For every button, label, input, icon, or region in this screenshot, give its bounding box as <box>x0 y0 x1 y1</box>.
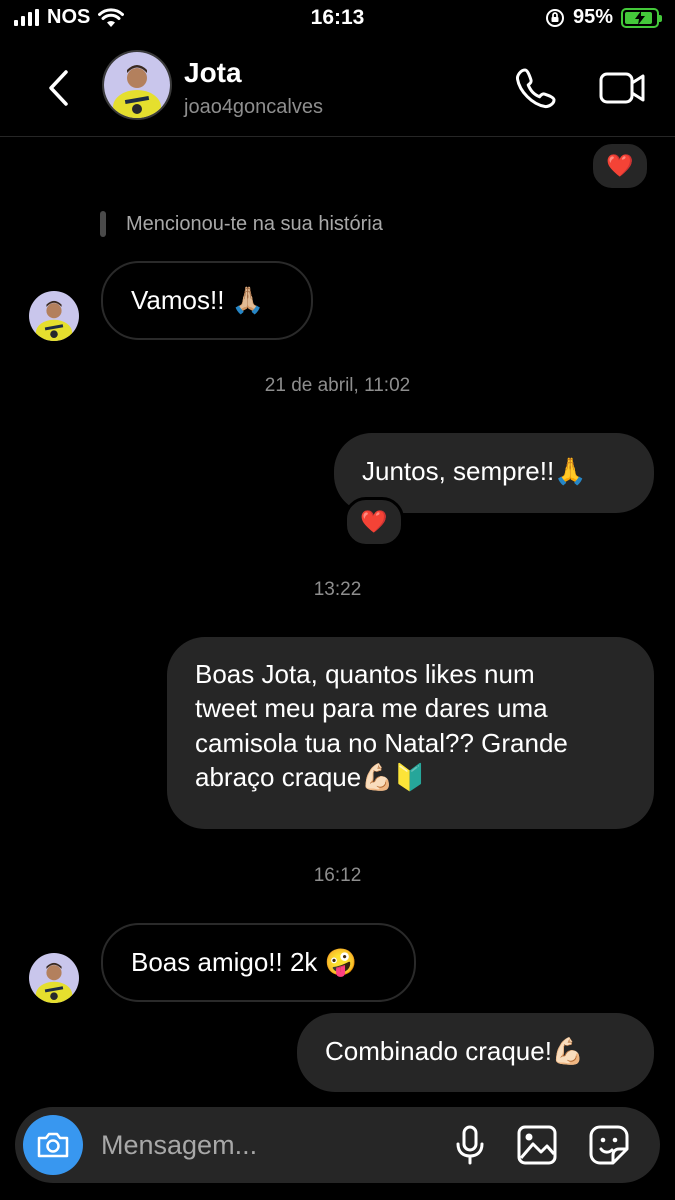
heart-reaction[interactable]: ❤️ <box>344 497 404 547</box>
call-button[interactable] <box>512 64 560 112</box>
heart-reaction[interactable]: ❤️ <box>590 141 650 191</box>
timestamp-21-abril: 21 de abril, 11:02 <box>264 375 411 396</box>
chat-header: Jota joao4goncalves <box>0 40 675 137</box>
sticker-icon <box>589 1125 629 1165</box>
profile-photo <box>104 52 170 118</box>
status-right: 95% <box>545 6 662 29</box>
camera-icon <box>37 1132 69 1158</box>
message-thread[interactable]: ❤️ Mencionou-te na sua história Vamos!! … <box>0 137 675 1107</box>
status-bar: NOS 16:13 95% <box>0 0 675 40</box>
profile-photo <box>29 953 79 1003</box>
contact-name[interactable]: Jota <box>184 57 242 89</box>
battery-charging-icon <box>621 7 662 28</box>
microphone-icon <box>456 1125 484 1165</box>
video-call-button[interactable] <box>598 64 646 112</box>
story-mention-text: Mencionou-te na sua história <box>126 212 383 235</box>
orientation-lock-icon <box>545 8 564 27</box>
outgoing-message-boas-jota[interactable]: Boas Jota, quantos likes num tweet meu p… <box>167 637 654 829</box>
gallery-button[interactable] <box>515 1123 559 1167</box>
microphone-button[interactable] <box>448 1123 492 1167</box>
back-chevron-icon <box>49 70 68 106</box>
sticker-button[interactable] <box>587 1123 631 1167</box>
charging-bolt-icon <box>623 10 657 26</box>
battery-percent: 95% <box>572 6 613 28</box>
message-input[interactable] <box>101 1123 381 1167</box>
back-button[interactable] <box>30 60 86 116</box>
timestamp-13-22: 13:22 <box>313 579 362 600</box>
story-mention-note[interactable]: Mencionou-te na sua história <box>100 211 383 237</box>
video-camera-icon <box>599 72 645 104</box>
contact-avatar[interactable] <box>102 50 172 120</box>
story-quote-bar <box>100 211 106 237</box>
gallery-icon <box>517 1125 557 1165</box>
profile-photo <box>29 291 79 341</box>
phone-icon <box>515 68 556 109</box>
sender-avatar[interactable] <box>29 291 79 341</box>
timestamp-16-12: 16:12 <box>313 865 362 886</box>
sender-avatar[interactable] <box>29 953 79 1003</box>
contact-username: joao4goncalves <box>184 96 323 118</box>
message-composer <box>15 1107 660 1183</box>
outgoing-message-combinado[interactable]: Combinado craque!💪🏻 <box>297 1013 654 1092</box>
incoming-message-vamos[interactable]: Vamos!! 🙏🏼 <box>101 261 313 340</box>
incoming-message-boas-amigo[interactable]: Boas amigo!! 2k 🤪 <box>101 923 416 1002</box>
camera-button[interactable] <box>23 1115 83 1175</box>
